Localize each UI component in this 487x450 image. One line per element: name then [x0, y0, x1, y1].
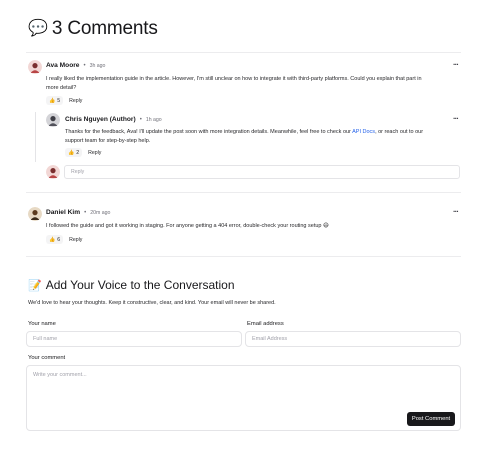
comment-author: Daniel Kim [46, 209, 81, 216]
thumbs-up-icon: 👍 [49, 97, 56, 104]
comments-count-title: 3 Comments [51, 18, 158, 39]
like-button[interactable]: 👍 6 [46, 235, 64, 244]
separator-dot: • [83, 62, 86, 69]
email-field[interactable] [252, 336, 454, 342]
avatar [28, 207, 42, 221]
form-description: We'd love to hear your thoughts. Keep it… [28, 300, 276, 306]
name-field[interactable] [33, 336, 235, 342]
comment-author: Ava Moore [46, 62, 80, 69]
api-docs-link[interactable]: API Docs [352, 129, 375, 135]
form-heading: 📝 Add Your Voice to the Conversation [28, 278, 235, 292]
divider [26, 256, 461, 257]
comment-time: 3h ago [89, 62, 106, 69]
more-options-icon[interactable]: ··· [453, 114, 459, 123]
reply-button[interactable]: Reply [88, 150, 101, 156]
reply-input[interactable] [71, 169, 453, 175]
like-button[interactable]: 👍 5 [46, 96, 64, 105]
like-button[interactable]: 👍 2 [65, 148, 83, 157]
form-title: Add Your Voice to the Conversation [45, 278, 235, 292]
like-count: 2 [76, 149, 80, 156]
comment-body: I followed the guide and got it working … [46, 223, 329, 229]
comment-meta: Ava Moore • 3h ago [46, 62, 105, 69]
more-options-icon[interactable]: ··· [453, 207, 459, 216]
comments-heading: 💬 3 Comments [28, 18, 158, 40]
comment-body: I really liked the implementation guide … [46, 76, 422, 91]
name-label: Your name [28, 321, 56, 327]
thread-line [35, 112, 36, 162]
comment-time: 1h ago [145, 116, 162, 123]
reply-input-box[interactable] [64, 165, 460, 179]
post-comment-button[interactable]: Post Comment [407, 412, 455, 426]
like-count: 6 [57, 236, 61, 243]
comment-actions: 👍 6 Reply [46, 235, 82, 244]
name-field-box[interactable] [26, 331, 242, 347]
comment-field-box[interactable] [26, 365, 461, 431]
comment-text: Thanks for the feedback, Ava! I'll updat… [65, 129, 353, 135]
comment-label: Your comment [28, 355, 66, 361]
divider [26, 192, 461, 193]
thumbs-up-icon: 👍 [49, 236, 56, 243]
comment-time: 20m ago [90, 209, 111, 216]
comment-meta: Daniel Kim • 20m ago [46, 209, 110, 216]
avatar [46, 165, 60, 179]
comment-body: Thanks for the feedback, Ava! I'll updat… [65, 128, 425, 146]
comment-meta: Chris Nguyen (Author) • 1h ago [65, 116, 162, 123]
like-count: 5 [57, 97, 61, 104]
email-field-box[interactable] [245, 331, 461, 347]
comment-author: Chris Nguyen (Author) [65, 116, 136, 123]
separator-dot: • [139, 116, 142, 123]
avatar [46, 113, 60, 127]
email-label: Email address [247, 321, 284, 327]
avatar [28, 60, 42, 74]
comment-actions: 👍 5 Reply [46, 96, 82, 105]
memo-icon: 📝 [28, 279, 42, 292]
comment-actions: 👍 2 Reply [65, 148, 101, 157]
divider [26, 52, 461, 53]
reply-button[interactable]: Reply [69, 98, 82, 104]
thumbs-up-icon: 👍 [68, 149, 75, 156]
separator-dot: • [84, 209, 87, 216]
reply-button[interactable]: Reply [69, 237, 82, 243]
speech-bubble-icon: 💬 [28, 20, 48, 37]
more-options-icon[interactable]: ··· [453, 60, 459, 69]
comment-textarea[interactable] [33, 372, 454, 390]
